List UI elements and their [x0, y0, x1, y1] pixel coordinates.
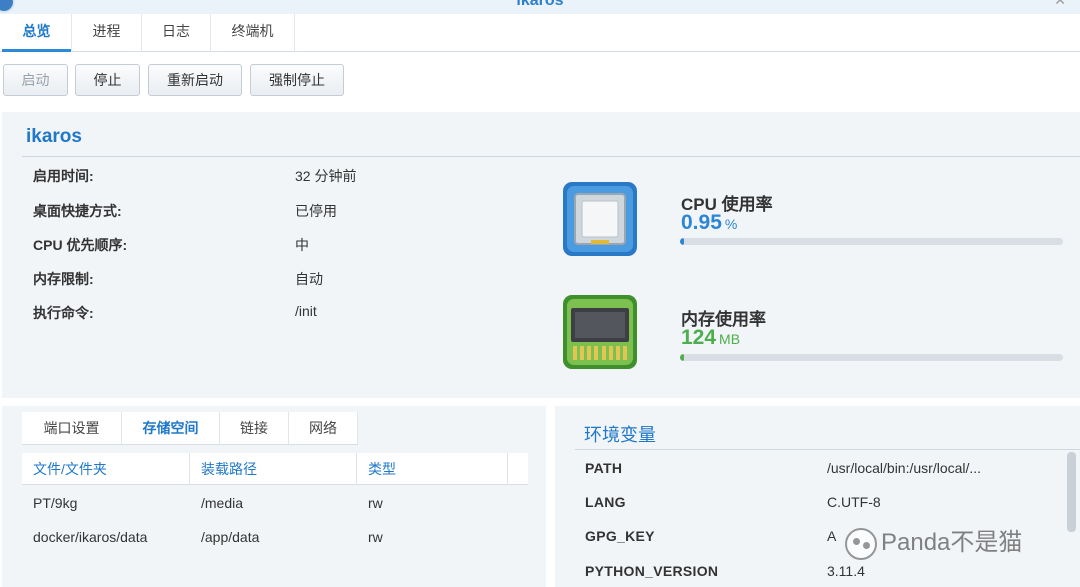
env-value-path: /usr/local/bin:/usr/local/...: [827, 460, 982, 476]
memory-usage-bar-fill: [680, 354, 684, 361]
uptime-label: 启用时间:: [33, 168, 94, 184]
env-scrollbar[interactable]: [1067, 452, 1076, 532]
cpu-usage-bar-fill: [680, 238, 684, 245]
memory-icon: [563, 295, 637, 369]
column-header-type[interactable]: 类型: [357, 453, 508, 485]
memory-usage-bar: [680, 354, 1063, 361]
tab-overview[interactable]: 总览: [2, 14, 72, 52]
command-label: 执行命令:: [33, 305, 94, 321]
uptime-value: 32 分钟前: [295, 168, 357, 184]
main-tabs: 总览 进程 日志 终端机: [0, 14, 1080, 52]
cpu-priority-value: 中: [295, 237, 309, 253]
watermark: Panda不是猫: [845, 522, 1022, 560]
cpu-icon: [563, 182, 637, 256]
env-key-python-version: PYTHON_VERSION: [585, 563, 719, 579]
window-title: ikaros: [516, 0, 564, 9]
cpu-usage-number: 0.95: [681, 211, 722, 234]
memory-limit-value: 自动: [295, 271, 323, 287]
cpu-priority-label: CPU 优先顺序:: [33, 237, 128, 253]
restart-button[interactable]: 重新启动: [148, 64, 242, 96]
env-title: 环境变量: [584, 425, 656, 445]
memory-usage-unit: MB: [719, 331, 741, 347]
cpu-usage-unit: %: [724, 216, 738, 232]
table-row-2-type: rw: [368, 529, 383, 545]
table-row-2-path: /app/data: [201, 529, 260, 545]
table-row-1-type: rw: [368, 495, 383, 511]
cpu-usage-bar: [680, 238, 1063, 245]
tab-terminal[interactable]: 终端机: [211, 14, 295, 52]
stop-button[interactable]: 停止: [75, 64, 140, 96]
tab-network[interactable]: 网络: [289, 412, 358, 444]
env-value-python-version: 3.11.4: [827, 563, 865, 579]
tab-links[interactable]: 链接: [220, 412, 289, 444]
command-value: /init: [295, 303, 317, 319]
close-icon[interactable]: ✕: [1054, 0, 1066, 9]
tab-processes[interactable]: 进程: [72, 14, 142, 52]
shortcut-value: 已停用: [295, 203, 337, 219]
table-row-2-file: docker/ikaros/data: [33, 529, 148, 545]
tab-volume[interactable]: 存储空间: [122, 412, 220, 444]
table-row-1-file: PT/9kg: [33, 495, 78, 511]
column-header-mount-path[interactable]: 装载路径: [190, 453, 357, 485]
env-value-gpg: A: [827, 528, 837, 544]
start-button[interactable]: 启动: [3, 64, 68, 96]
env-key-lang: LANG: [585, 494, 626, 510]
cpu-usage-value: 0.95%: [681, 211, 737, 235]
divider: [22, 156, 1080, 157]
memory-usage-number: 124: [681, 326, 717, 349]
env-key-gpg: GPG_KEY: [585, 528, 655, 544]
force-stop-button[interactable]: 强制停止: [250, 64, 344, 96]
tab-logs[interactable]: 日志: [142, 14, 211, 52]
divider: [575, 449, 1080, 450]
tab-port-settings[interactable]: 端口设置: [22, 412, 122, 444]
shortcut-label: 桌面快捷方式:: [33, 203, 122, 219]
wechat-icon: [845, 527, 877, 560]
memory-limit-label: 内存限制:: [33, 271, 94, 287]
table-row-1-path: /media: [201, 495, 244, 511]
memory-usage-value: 124 MB: [681, 326, 740, 350]
env-key-path: PATH: [585, 460, 623, 476]
column-header-file[interactable]: 文件/文件夹: [22, 453, 190, 485]
env-value-lang: C.UTF-8: [827, 494, 881, 510]
title-bar: ikaros ✕: [0, 0, 1080, 14]
container-name: ikaros: [26, 126, 82, 147]
watermark-text: Panda不是猫: [881, 529, 1023, 556]
